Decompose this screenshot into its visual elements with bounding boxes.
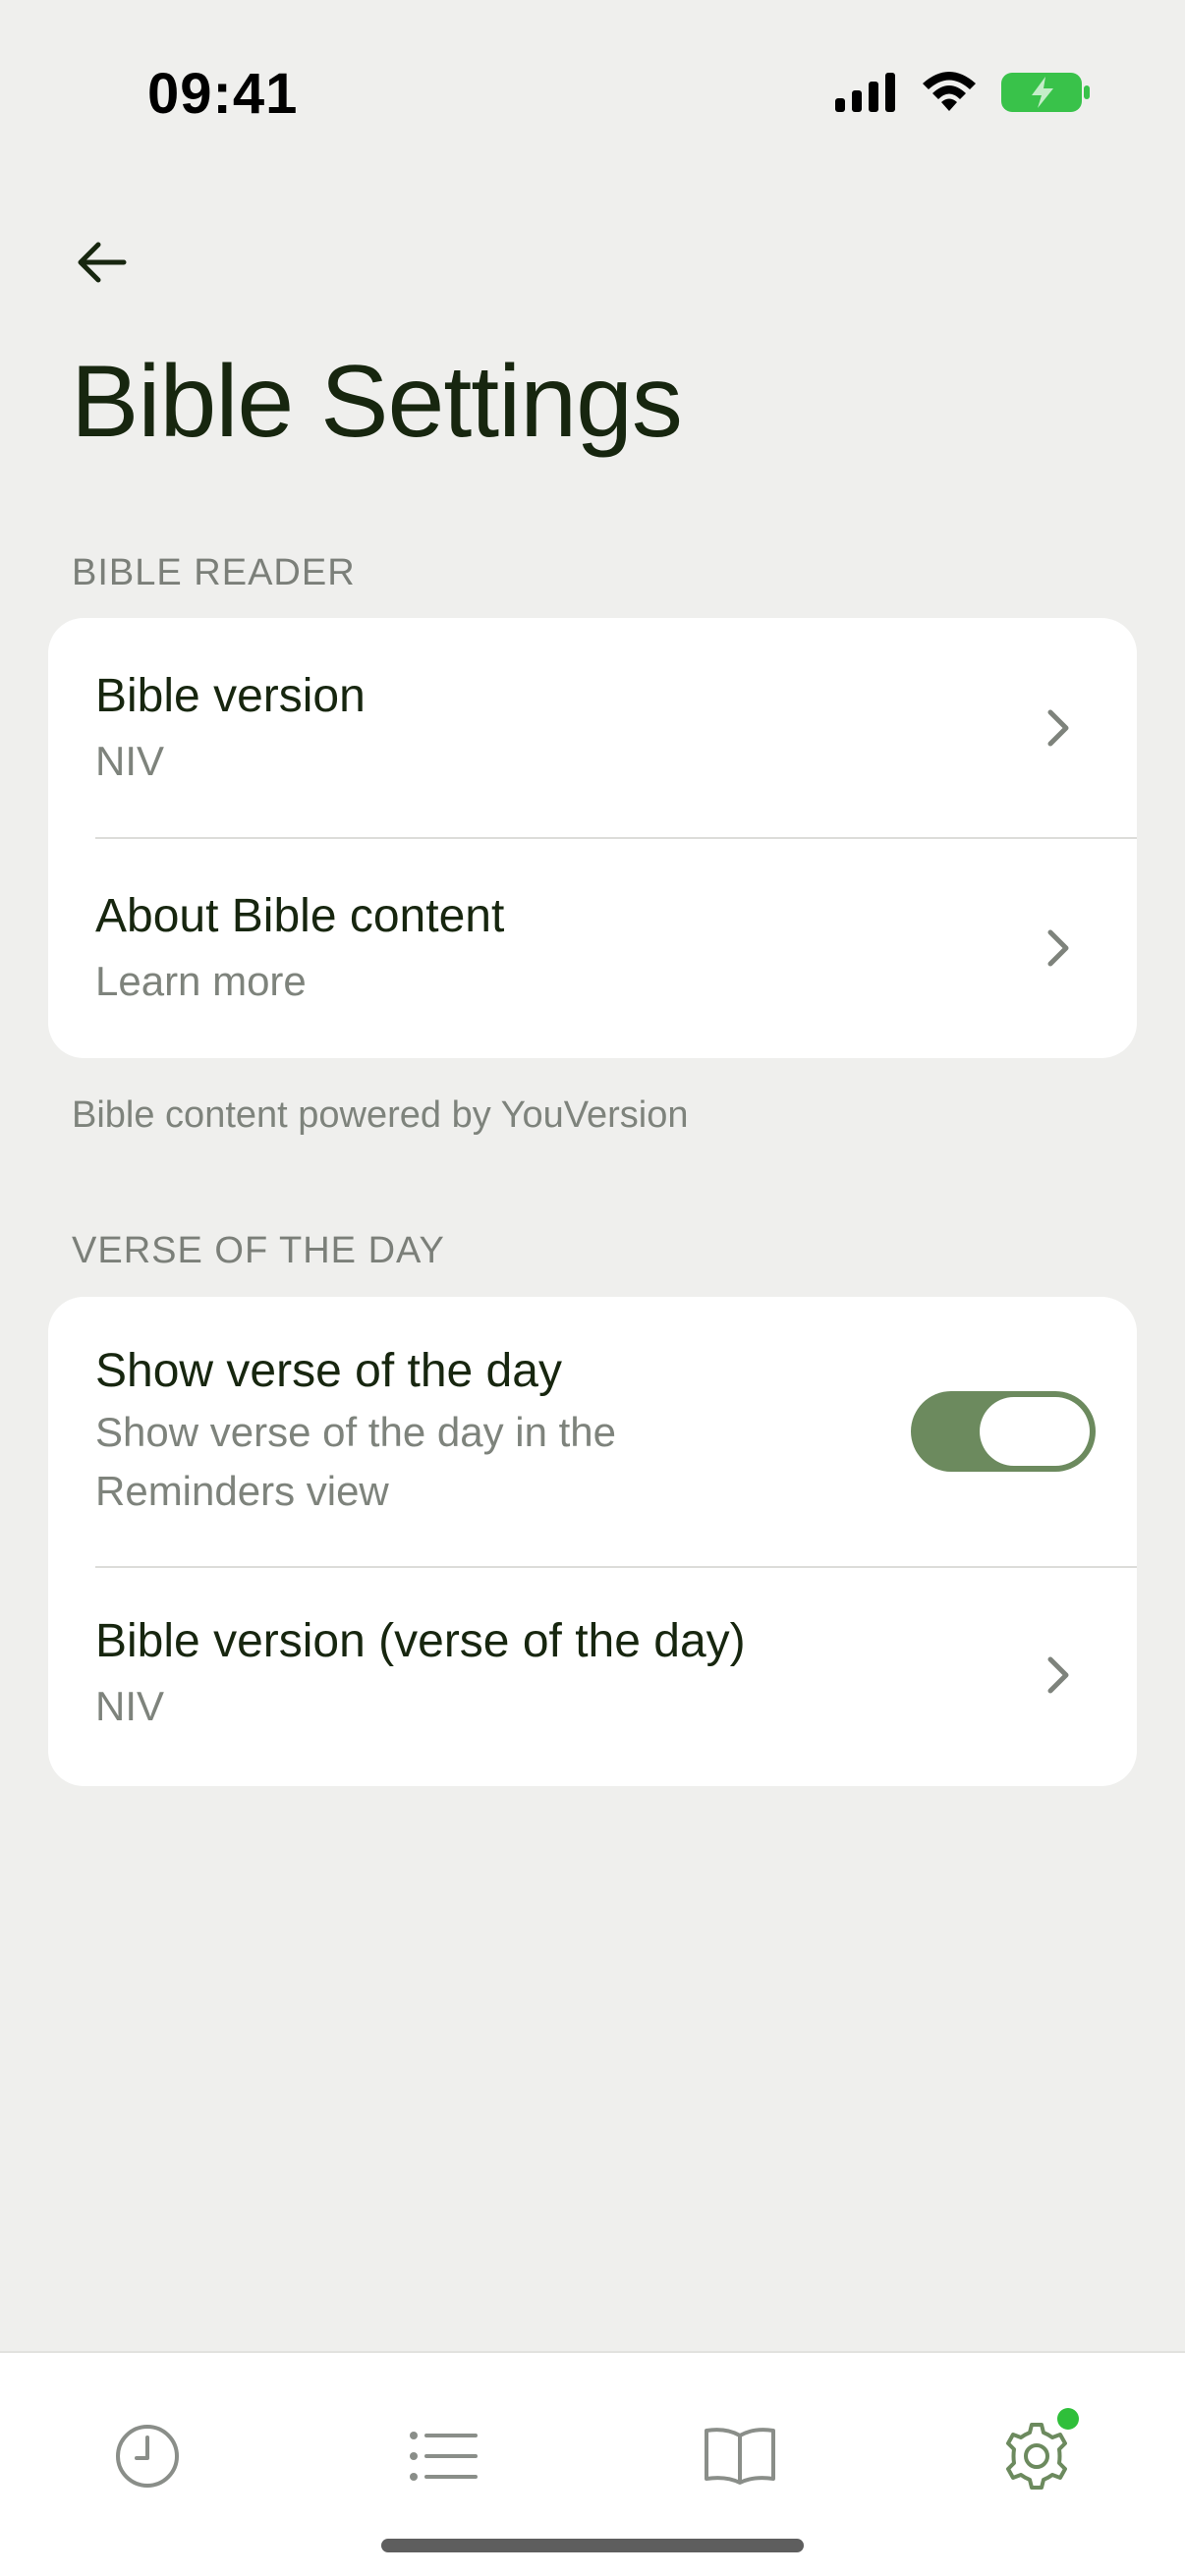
show-verse-of-the-day-row: Show verse of the day Show verse of the … xyxy=(48,1297,1137,1567)
tab-bible[interactable] xyxy=(686,2402,794,2510)
status-time: 09:41 xyxy=(147,62,299,126)
wifi-icon xyxy=(923,72,976,111)
row-title: About Bible content xyxy=(95,890,505,942)
row-subtitle-line2: Reminders view xyxy=(95,1468,389,1514)
row-subtitle: Learn more xyxy=(95,958,307,1004)
cellular-signal-icon xyxy=(835,73,895,112)
bible-version-row[interactable]: Bible version NIV xyxy=(48,618,1137,838)
arrow-left-icon xyxy=(78,242,127,283)
section-header-bible-reader: BIBLE READER xyxy=(72,552,356,593)
status-icons xyxy=(835,71,1091,114)
chevron-right-icon xyxy=(1047,709,1069,747)
youversion-footnote: Bible content powered by YouVersion xyxy=(72,1094,689,1136)
battery-charging-icon xyxy=(1001,73,1090,112)
bible-reader-card: Bible version NIV About Bible content Le… xyxy=(48,618,1137,1058)
row-title: Show verse of the day xyxy=(95,1345,562,1397)
status-bar: 09:41 xyxy=(0,0,1185,187)
row-subtitle: NIV xyxy=(95,1683,165,1729)
verse-of-the-day-toggle[interactable] xyxy=(911,1391,1096,1472)
book-icon xyxy=(705,2428,775,2485)
toggle-knob xyxy=(980,1397,1090,1466)
notification-dot xyxy=(1057,2408,1079,2430)
row-subtitle: NIV xyxy=(95,738,165,784)
tab-list[interactable] xyxy=(389,2402,497,2510)
gear-icon xyxy=(1006,2423,1067,2490)
back-button[interactable] xyxy=(71,231,134,294)
list-icon xyxy=(410,2432,478,2481)
chevron-right-icon xyxy=(1047,1656,1069,1694)
page-title: Bible Settings xyxy=(71,345,683,459)
home-indicator[interactable] xyxy=(381,2539,804,2552)
chevron-right-icon xyxy=(1047,929,1069,967)
bible-version-verse-of-the-day-row[interactable]: Bible version (verse of the day) NIV xyxy=(48,1567,1137,1786)
clock-icon xyxy=(116,2425,179,2488)
tab-settings[interactable] xyxy=(983,2402,1091,2510)
row-subtitle-line1: Show verse of the day in the xyxy=(95,1409,616,1455)
row-title: Bible version (verse of the day) xyxy=(95,1615,746,1667)
row-title: Bible version xyxy=(95,670,366,722)
section-header-verse-of-the-day: VERSE OF THE DAY xyxy=(72,1230,445,1271)
tab-history[interactable] xyxy=(93,2402,201,2510)
verse-of-the-day-card: Show verse of the day Show verse of the … xyxy=(48,1297,1137,1786)
about-bible-content-row[interactable]: About Bible content Learn more xyxy=(48,838,1137,1058)
